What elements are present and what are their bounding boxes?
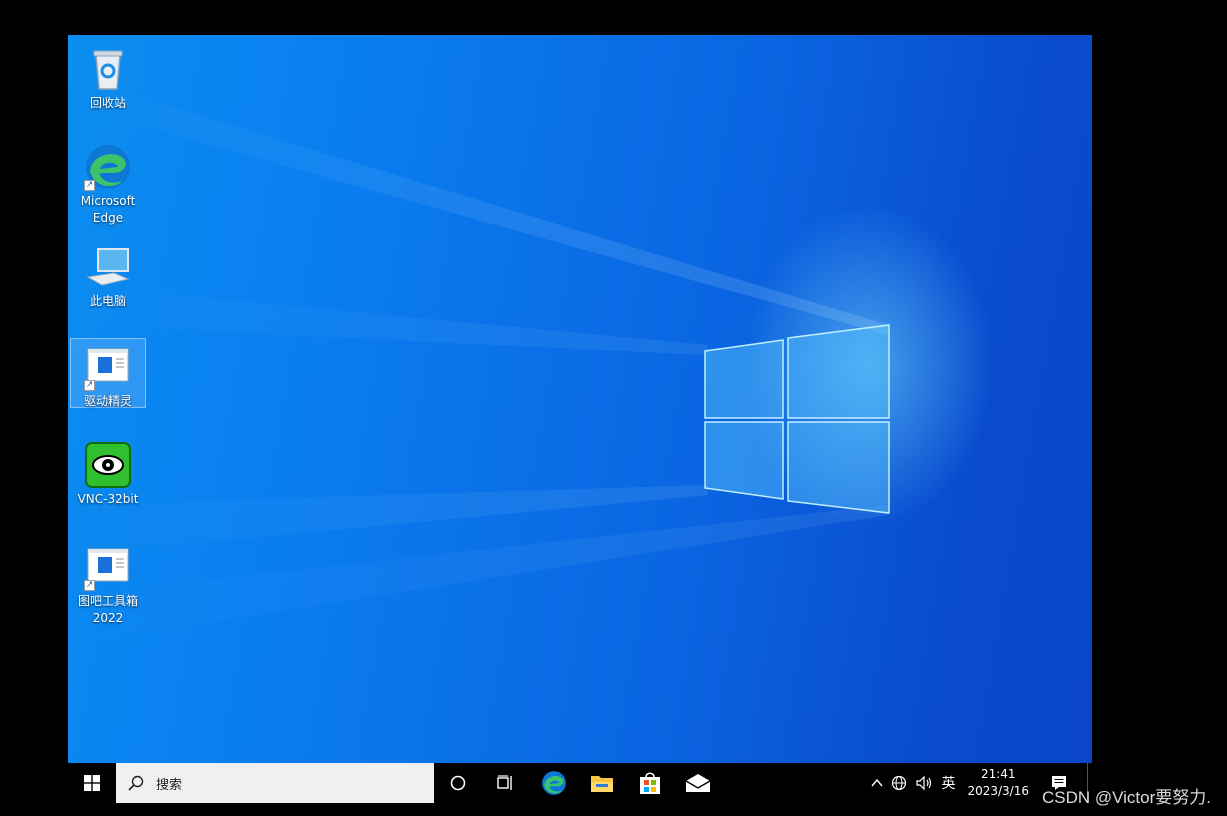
desktop-icon-driver-genius[interactable]: ↗ 驱动精灵 [70, 338, 146, 408]
desktop-icon-recycle-bin[interactable]: 回收站 [70, 41, 146, 112]
input-method-indicator[interactable]: 英 [937, 763, 959, 803]
mail-button[interactable] [674, 763, 722, 803]
edge-icon: ↗ [84, 143, 132, 191]
search-input[interactable]: 搜索 [116, 763, 434, 803]
mail-icon [685, 774, 711, 792]
start-button[interactable] [68, 763, 116, 803]
taskbar: 搜索 英 21:41 2023/3/16 [68, 763, 1092, 803]
watermark: CSDN @Victor要努力. [1041, 788, 1211, 807]
cortana-icon [450, 775, 466, 791]
desktop-icon-tuba-toolbox[interactable]: ↗ 图吧工具箱2022 [70, 539, 146, 627]
globe-network-icon [892, 775, 907, 791]
desktop-icon-label: Microsoft Edge [80, 194, 136, 225]
desktop-icon-label: 图吧工具箱2022 [77, 594, 138, 625]
shortcut-arrow-icon: ↗ [84, 180, 95, 191]
task-view-button[interactable] [482, 763, 530, 803]
app-window-icon: ↗ [84, 543, 132, 591]
search-placeholder: 搜索 [156, 777, 183, 793]
clock[interactable]: 21:41 2023/3/16 [959, 766, 1037, 800]
this-pc-icon [84, 243, 132, 291]
taskbar-edge-button[interactable] [530, 763, 578, 803]
desktop-icon-label: 回收站 [89, 96, 126, 110]
file-explorer-icon [591, 776, 613, 792]
shortcut-arrow-icon: ↗ [84, 380, 95, 391]
network-button[interactable] [887, 763, 911, 803]
clock-time: 21:41 [980, 767, 1016, 781]
desktop-screen: 回收站 ↗ Microsoft Edge 此电脑 ↗ 驱动精灵 VNC-32bi… [68, 35, 1092, 803]
recycle-bin-icon [84, 45, 132, 93]
desktop-icon-this-pc[interactable]: 此电脑 [70, 239, 146, 310]
desktop-icon-label: VNC-32bit [77, 492, 139, 506]
shortcut-arrow-icon: ↗ [84, 580, 95, 591]
task-view-icon [497, 775, 512, 790]
show-hidden-icons-button[interactable] [867, 763, 887, 803]
windows-logo-wallpaper [68, 75, 890, 645]
edge-icon [542, 771, 566, 795]
desktop-icon-label: 驱动精灵 [83, 394, 132, 408]
vnc-eye-icon [84, 441, 132, 489]
desktop-icon-vnc[interactable]: VNC-32bit [70, 437, 146, 508]
speaker-icon [916, 775, 932, 791]
file-explorer-button[interactable] [578, 763, 626, 803]
wallpaper [68, 35, 1092, 803]
store-icon [640, 772, 660, 794]
app-window-icon: ↗ [84, 343, 132, 391]
search-icon [128, 775, 144, 791]
cortana-button[interactable] [434, 763, 482, 803]
desktop-icon-label: 此电脑 [89, 294, 126, 308]
desktop-icon-edge[interactable]: ↗ Microsoft Edge [70, 139, 146, 227]
volume-button[interactable] [911, 763, 937, 803]
clock-date: 2023/3/16 [967, 784, 1029, 798]
windows-start-icon [84, 775, 100, 791]
store-button[interactable] [626, 763, 674, 803]
chevron-up-icon [871, 778, 884, 787]
